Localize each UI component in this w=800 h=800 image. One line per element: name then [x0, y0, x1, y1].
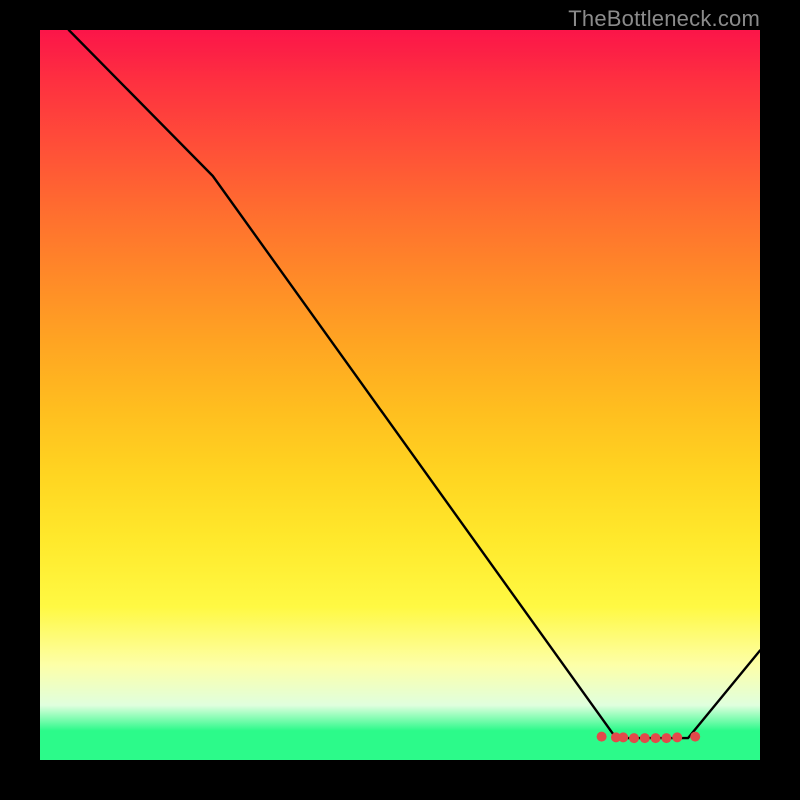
- chart-overlay: [40, 30, 760, 760]
- marker-point: [618, 732, 628, 742]
- plot-area: [40, 30, 760, 760]
- series-curve: [69, 30, 760, 738]
- marker-point: [651, 733, 661, 743]
- marker-point: [672, 732, 682, 742]
- attribution-label: TheBottleneck.com: [568, 6, 760, 32]
- marker-point: [640, 733, 650, 743]
- marker-point: [690, 732, 700, 742]
- marker-point: [597, 732, 607, 742]
- marker-point: [629, 733, 639, 743]
- marker-point: [661, 733, 671, 743]
- chart-frame: TheBottleneck.com: [0, 0, 800, 800]
